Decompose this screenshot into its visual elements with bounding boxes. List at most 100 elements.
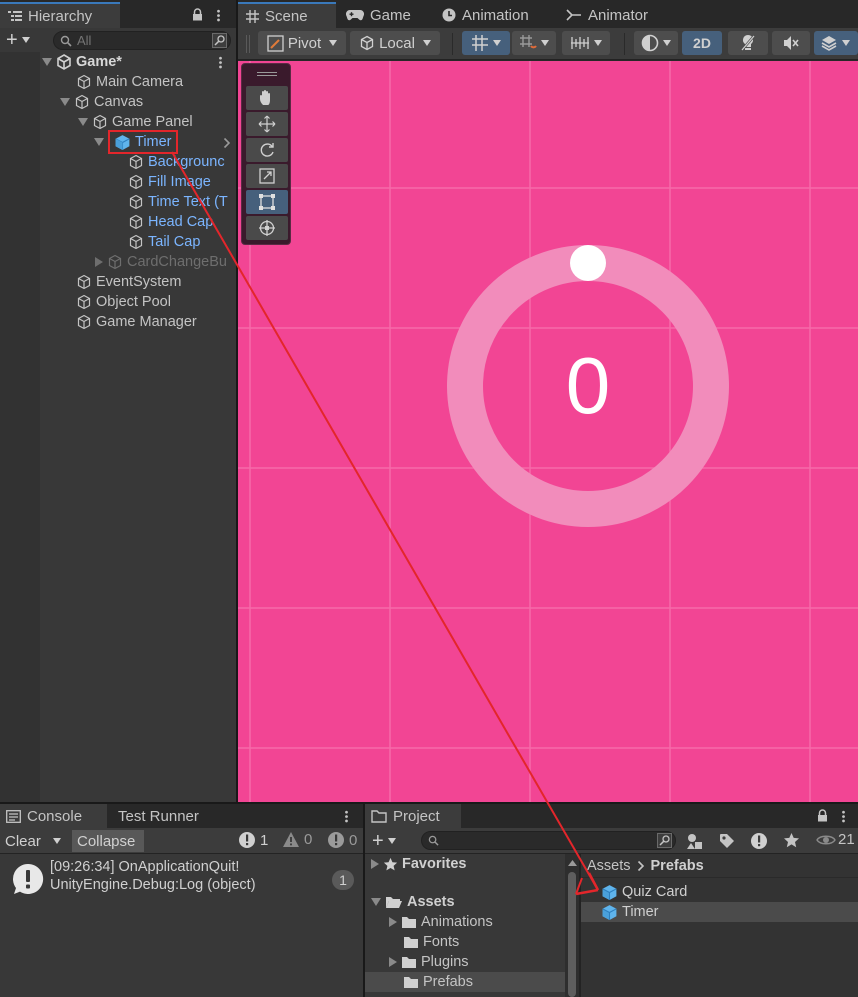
- filter-errors-icon[interactable]: [750, 832, 768, 850]
- tab-scene[interactable]: Scene: [238, 2, 336, 28]
- filter-by-type-icon[interactable]: [686, 833, 704, 850]
- lighting-toggle-button[interactable]: [728, 31, 768, 55]
- lock-icon[interactable]: [192, 8, 203, 21]
- scroll-thumb[interactable]: [568, 872, 576, 997]
- expand-arrow-icon[interactable]: [95, 257, 103, 267]
- expand-arrow-icon[interactable]: [389, 917, 397, 927]
- hierarchy-item-main-camera[interactable]: Main Camera: [76, 72, 183, 92]
- favorites-item[interactable]: Favorites: [371, 854, 466, 874]
- asset-item-timer[interactable]: Timer: [601, 902, 659, 922]
- scene-search-icon[interactable]: [212, 33, 227, 48]
- toggle-2d-button[interactable]: 2D: [682, 31, 722, 55]
- expand-arrow-icon[interactable]: [371, 898, 381, 906]
- tab-animation[interactable]: Animation: [434, 2, 537, 28]
- console-tab[interactable]: Console: [0, 804, 107, 828]
- shading-sphere-icon: [641, 34, 659, 52]
- hierarchy-item-eventsystem[interactable]: EventSystem: [76, 272, 181, 292]
- hierarchy-search-field[interactable]: [53, 31, 231, 50]
- move-tool[interactable]: [246, 112, 288, 136]
- chevron-right-icon[interactable]: [223, 137, 231, 149]
- hierarchy-item-canvas[interactable]: Canvas: [60, 92, 143, 112]
- chevron-down-icon[interactable]: [52, 838, 61, 844]
- lock-icon[interactable]: [817, 809, 828, 822]
- gameobject-icon: [77, 314, 91, 330]
- local-dropdown[interactable]: Local: [350, 31, 440, 55]
- effects-dropdown[interactable]: [814, 31, 858, 55]
- project-tab[interactable]: Project: [365, 804, 461, 828]
- expand-arrow-icon[interactable]: [94, 138, 104, 146]
- log-info-icon: [12, 863, 44, 894]
- gameobject-icon: [129, 174, 143, 190]
- mute-icon: [784, 36, 799, 50]
- clear-button[interactable]: Clear: [0, 830, 70, 852]
- collapse-button[interactable]: Collapse: [72, 830, 144, 852]
- hidden-packages-toggle[interactable]: 21: [816, 831, 855, 848]
- tab-animator[interactable]: Animator: [558, 2, 656, 28]
- scale-tool[interactable]: [246, 164, 288, 188]
- folder-icon: [402, 956, 416, 968]
- expand-arrow-icon[interactable]: [60, 98, 70, 106]
- scroll-up-icon[interactable]: [568, 860, 577, 866]
- shading-mode-dropdown[interactable]: [634, 31, 678, 55]
- assets-item[interactable]: Assets: [371, 892, 455, 912]
- scene-root[interactable]: Game*: [42, 52, 236, 72]
- hierarchy-item-game-panel[interactable]: Game Panel: [78, 112, 193, 132]
- hierarchy-item-timer[interactable]: Timer: [94, 130, 178, 154]
- audio-toggle-button[interactable]: [772, 31, 810, 55]
- scale-icon: [259, 168, 275, 184]
- breadcrumb-assets[interactable]: Assets: [587, 858, 631, 874]
- warning-filter-toggle[interactable]: 0: [282, 831, 312, 848]
- folder-plugins[interactable]: Plugins: [389, 952, 469, 972]
- console-panel: Console Test Runner Clear Collapse 1 0 0…: [0, 804, 363, 997]
- chevron-down-icon: [493, 40, 501, 46]
- expand-arrow-icon[interactable]: [42, 58, 52, 66]
- hierarchy-item-time-text[interactable]: Time Text (T: [128, 192, 232, 212]
- expand-arrow-icon[interactable]: [371, 859, 379, 869]
- transform-tool[interactable]: [246, 216, 288, 240]
- grid-snap-button[interactable]: [462, 31, 510, 55]
- breadcrumb-prefabs[interactable]: Prefabs: [651, 858, 704, 874]
- hierarchy-item-cardchange[interactable]: CardChangeBu: [95, 252, 231, 272]
- folder-prefabs[interactable]: Prefabs: [403, 972, 473, 992]
- create-asset-button[interactable]: +: [372, 831, 406, 851]
- hierarchy-list-icon: [8, 11, 22, 21]
- project-search-field[interactable]: [421, 831, 676, 850]
- pivot-dropdown[interactable]: Pivot: [258, 31, 346, 55]
- folder-fonts[interactable]: Fonts: [403, 932, 459, 952]
- hierarchy-search-input[interactable]: [77, 33, 197, 48]
- ruler-snap-button[interactable]: [562, 31, 610, 55]
- hierarchy-item-game-manager[interactable]: Game Manager: [76, 312, 197, 332]
- hand-tool[interactable]: [246, 86, 288, 110]
- filter-by-label-icon[interactable]: [719, 833, 735, 849]
- animator-icon: [566, 9, 581, 21]
- folder-animations[interactable]: Animations: [389, 912, 493, 932]
- hierarchy-menu-icon[interactable]: [217, 9, 220, 22]
- rect-tool[interactable]: [246, 190, 288, 214]
- hierarchy-item-fill-image[interactable]: Fill Image: [128, 172, 211, 192]
- hierarchy-item-background[interactable]: Backgrounc: [128, 152, 232, 172]
- console-menu-icon[interactable]: [345, 810, 348, 823]
- project-menu-icon[interactable]: [842, 810, 845, 823]
- rotate-tool[interactable]: [246, 138, 288, 162]
- tab-game[interactable]: Game: [338, 2, 419, 28]
- console-log-entry[interactable]: [09:26:34] OnApplicationQuit! UnityEngin…: [0, 856, 363, 900]
- scene-menu-icon[interactable]: [219, 56, 222, 69]
- test-runner-tab[interactable]: Test Runner: [110, 804, 207, 828]
- hierarchy-tab[interactable]: Hierarchy: [0, 2, 120, 28]
- hierarchy-item-head-cap[interactable]: Head Cap: [128, 212, 213, 232]
- scene-grid: [238, 61, 858, 802]
- create-dropdown-button[interactable]: +: [6, 30, 40, 50]
- hierarchy-item-object-pool[interactable]: Object Pool: [76, 292, 171, 312]
- info-filter-toggle[interactable]: 1: [238, 831, 268, 849]
- increment-snap-button[interactable]: [512, 31, 556, 55]
- overlay-grip[interactable]: [257, 72, 277, 76]
- scene-search-icon[interactable]: [657, 833, 672, 848]
- error-filter-toggle[interactable]: 0: [327, 831, 357, 849]
- expand-arrow-icon[interactable]: [78, 118, 88, 126]
- expand-arrow-icon[interactable]: [389, 957, 397, 967]
- scene-viewport[interactable]: 0: [238, 61, 858, 802]
- favorite-star-icon[interactable]: [783, 832, 800, 849]
- asset-item-quiz-card[interactable]: Quiz Card: [601, 882, 687, 902]
- folder-tree-scrollbar[interactable]: [565, 854, 579, 997]
- hierarchy-item-tail-cap[interactable]: Tail Cap: [128, 232, 200, 252]
